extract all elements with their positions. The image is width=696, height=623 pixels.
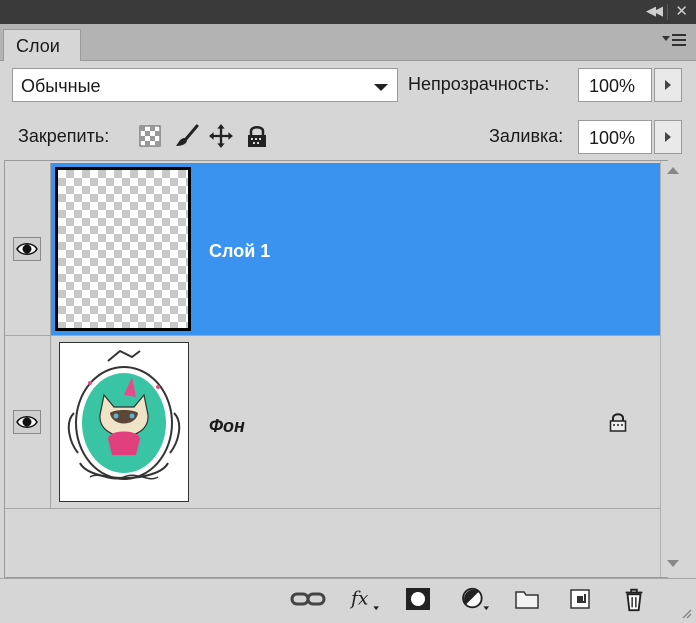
visibility-column <box>5 163 51 335</box>
collapse-icon[interactable]: ◀◀ <box>646 3 663 19</box>
tab-label: Слои <box>16 36 60 56</box>
link-layers-icon[interactable] <box>290 586 326 612</box>
layer-style-fx-icon[interactable]: fx <box>348 586 382 612</box>
row-divider <box>5 508 661 509</box>
blend-mode-value: Обычные <box>21 76 101 96</box>
layer-thumbnail-transparent <box>55 167 191 331</box>
scroll-down-icon[interactable] <box>667 560 679 567</box>
cat-illustration-image <box>67 349 181 480</box>
opacity-value: 100% <box>589 76 636 96</box>
adjustment-layer-icon[interactable] <box>460 586 494 612</box>
layers-footer-toolbar: fx <box>0 578 696 623</box>
lock-transparent-pixels-icon[interactable] <box>138 124 162 148</box>
visibility-column <box>5 336 51 508</box>
blend-mode-dropdown[interactable]: Обычные <box>12 68 398 102</box>
opacity-field[interactable]: 100% <box>578 68 652 102</box>
fill-slider-button[interactable] <box>654 120 682 154</box>
fill-field[interactable]: 100% <box>578 120 652 154</box>
panel-title-bar: ◀◀ ✕ <box>0 0 696 24</box>
fill-value: 100% <box>589 128 636 148</box>
eye-icon[interactable] <box>13 410 41 434</box>
fill-label: Заливка: <box>489 126 564 146</box>
layers-list: Слой 1 Фон <box>4 160 668 578</box>
resize-grip-icon[interactable] <box>680 607 692 619</box>
opacity-slider-button[interactable] <box>654 68 682 102</box>
lock-image-pixels-icon[interactable] <box>174 124 200 148</box>
panel-menu-icon[interactable] <box>662 34 688 50</box>
svg-text:fx: fx <box>349 589 369 610</box>
new-layer-icon[interactable] <box>568 586 592 612</box>
chevron-down-icon <box>374 84 388 91</box>
title-bar-divider <box>667 4 668 20</box>
lock-label: Закрепить: <box>18 126 110 146</box>
tab-layers[interactable]: Слои <box>3 29 81 61</box>
scroll-up-icon[interactable] <box>667 167 679 174</box>
add-mask-icon[interactable] <box>404 586 432 612</box>
layer-name[interactable]: Фон <box>209 416 245 437</box>
layer-row-layer-1[interactable]: Слой 1 <box>5 163 661 335</box>
layer-thumbnail-cat-illustration <box>59 342 189 502</box>
delete-layer-icon[interactable] <box>622 586 646 612</box>
lock-all-icon[interactable] <box>246 124 268 148</box>
lock-position-icon[interactable] <box>208 124 234 148</box>
close-icon[interactable]: ✕ <box>675 2 688 20</box>
eye-icon[interactable] <box>13 237 41 261</box>
layer-name[interactable]: Слой 1 <box>209 241 270 262</box>
new-group-icon[interactable] <box>514 586 540 612</box>
layer-row-background[interactable]: Фон <box>5 336 661 508</box>
opacity-label: Непрозрачность: <box>408 74 550 94</box>
tab-strip: Слои <box>0 24 696 61</box>
layers-scrollbar[interactable] <box>660 161 685 577</box>
layer-lock-icon <box>609 413 627 432</box>
